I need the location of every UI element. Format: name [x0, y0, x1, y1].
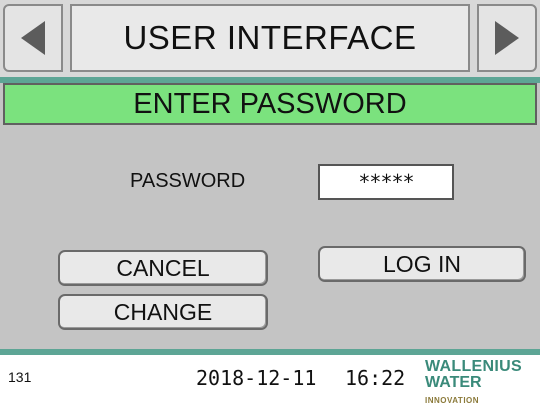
screen-number: 131: [8, 369, 32, 385]
hmi-screen: USER INTERFACE ENTER PASSWORD PASSWORD *…: [0, 0, 540, 405]
logo-line2: WATER INNOVATION: [425, 375, 540, 409]
header-bar: USER INTERFACE: [0, 0, 540, 77]
section-title: ENTER PASSWORD: [3, 83, 537, 125]
password-field[interactable]: *****: [318, 164, 454, 200]
date-display: 2018-12-11: [196, 366, 317, 390]
company-logo: WALLENIUS WATER INNOVATION: [425, 359, 540, 409]
next-page-button[interactable]: [477, 4, 537, 72]
password-label: PASSWORD: [130, 170, 246, 192]
triangle-right-icon: [495, 21, 519, 55]
previous-page-button[interactable]: [3, 4, 63, 72]
page-title: USER INTERFACE: [70, 4, 470, 72]
status-footer: 131 2018-12-11 16:22 WALLENIUS WATER INN…: [0, 355, 540, 405]
triangle-left-icon: [21, 21, 45, 55]
logo-line2-main: WATER: [425, 374, 482, 391]
change-password-button[interactable]: CHANGE: [58, 294, 268, 330]
logo-line1: WALLENIUS: [425, 358, 522, 375]
login-button[interactable]: LOG IN: [318, 246, 526, 282]
time-display: 16:22: [345, 366, 406, 390]
cancel-button[interactable]: CANCEL: [58, 250, 268, 286]
